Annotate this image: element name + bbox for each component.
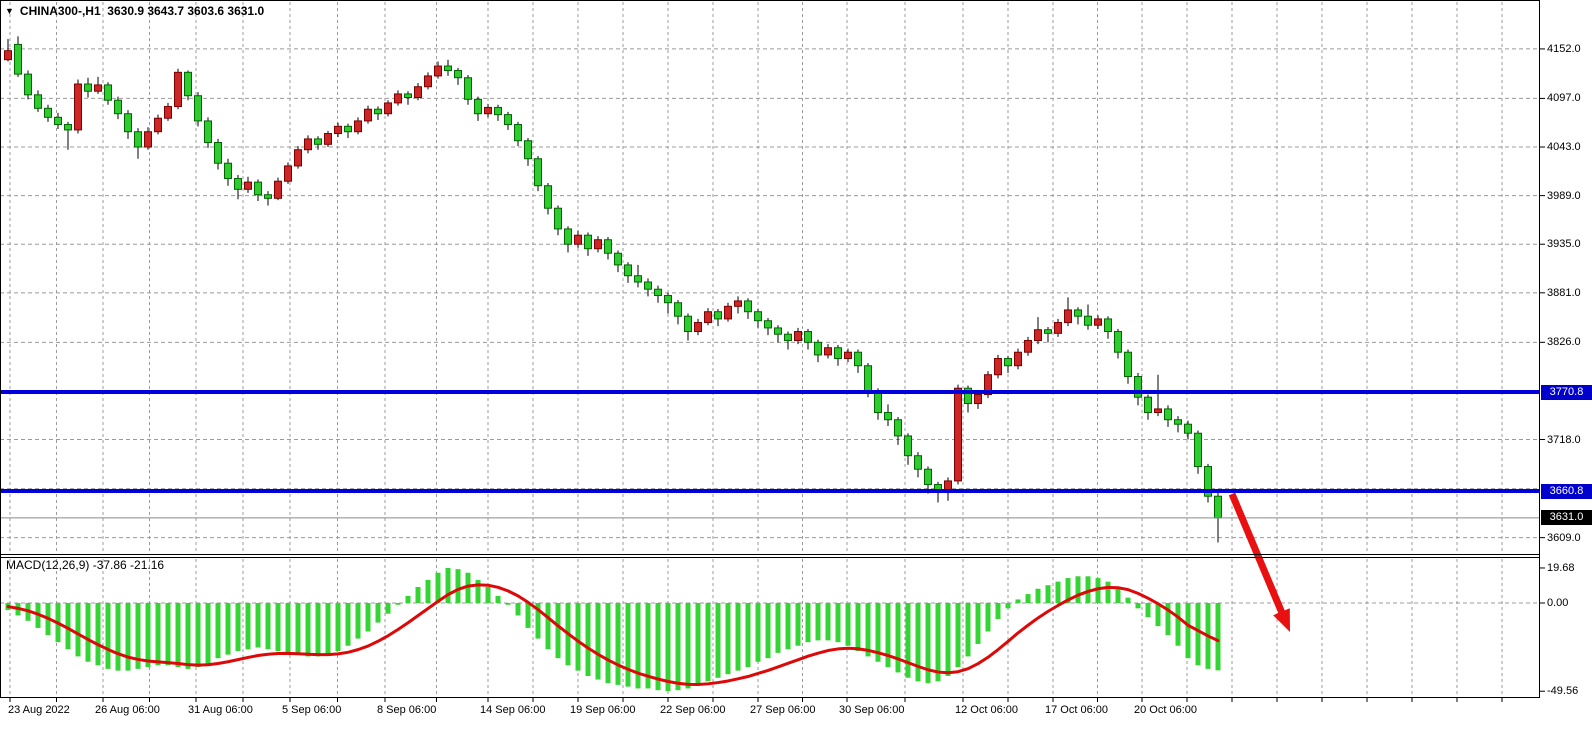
price-axis-label: 3609.0 [1547, 531, 1581, 545]
time-axis-label: 30 Sep 06:00 [839, 703, 904, 717]
time-axis-label: 23 Aug 2022 [8, 703, 70, 717]
panel-borders [0, 1, 1545, 703]
price-axis-label: 4097.0 [1547, 91, 1581, 105]
symbol-ohlc-values: 3630.9 3643.7 3603.6 3631.0 [107, 4, 264, 18]
price-axis-label: 3881.0 [1547, 286, 1581, 300]
chart-canvas[interactable] [0, 0, 1592, 730]
price-axis-label: 3935.0 [1547, 237, 1581, 251]
macd-histogram [6, 568, 1221, 691]
symbol-header: ▼ CHINA300-,H1 3630.9 3643.7 3603.6 3631.… [5, 4, 264, 18]
macd-axis-label: 0.00 [1547, 596, 1568, 610]
chevron-down-icon: ▼ [5, 6, 14, 16]
price-axis-label: 3989.0 [1547, 189, 1581, 203]
price-axis-label: 4043.0 [1547, 140, 1581, 154]
time-axis-label: 31 Aug 06:00 [188, 703, 253, 717]
price-axis-label: 3826.0 [1547, 335, 1581, 349]
time-axis-label: 20 Oct 06:00 [1134, 703, 1197, 717]
time-axis-label: 27 Sep 06:00 [750, 703, 815, 717]
price-axis-label: 4152.0 [1547, 42, 1581, 56]
hline-price-tag: 3770.8 [1541, 385, 1592, 400]
down-arrow-annotation[interactable] [1232, 494, 1290, 632]
time-axis-label: 12 Oct 06:00 [955, 703, 1018, 717]
candlesticks [5, 36, 1222, 542]
trading-chart-window: { "header": { "symbol": "CHINA300-,H1", … [0, 0, 1592, 730]
time-axis-label: 5 Sep 06:00 [282, 703, 341, 717]
price-axis-label: 3718.0 [1547, 433, 1581, 447]
time-axis-label: 26 Aug 06:00 [95, 703, 160, 717]
hline-price-tag: 3660.8 [1541, 484, 1592, 499]
time-axis-label: 17 Oct 06:00 [1045, 703, 1108, 717]
time-axis-label: 14 Sep 06:00 [480, 703, 545, 717]
symbol-name: CHINA300-,H1 [20, 4, 101, 18]
gridlines [0, 2, 1540, 696]
time-axis-label: 19 Sep 06:00 [570, 703, 635, 717]
macd-axis-label: -49.56 [1547, 684, 1578, 698]
macd-indicator-label: MACD(12,26,9) -37.86 -21.16 [6, 558, 164, 572]
current-price-tag: 3631.0 [1541, 510, 1592, 525]
macd-axis-label: 19.68 [1547, 561, 1575, 575]
time-axis-label: 22 Sep 06:00 [660, 703, 725, 717]
time-axis-label: 8 Sep 06:00 [377, 703, 436, 717]
